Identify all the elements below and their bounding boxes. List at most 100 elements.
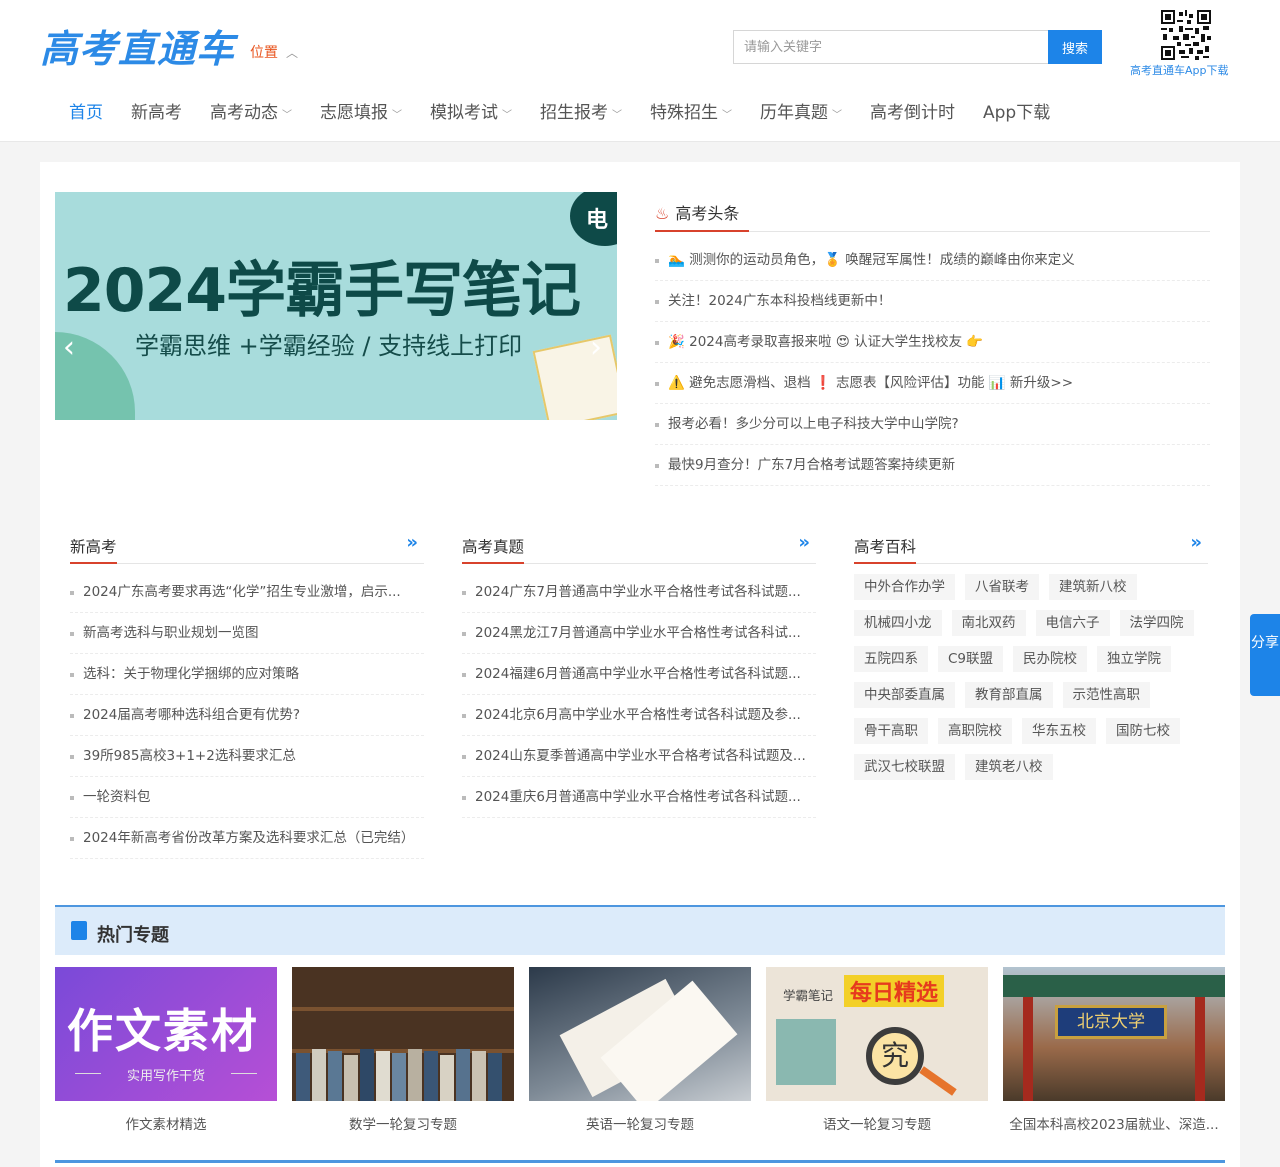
list-item[interactable]: 报考必看！多少分可以上电子科技大学中山学院?: [655, 404, 1210, 445]
section-title[interactable]: 高考真题: [462, 532, 525, 564]
nav-item-countdown[interactable]: 高考倒计时: [856, 96, 969, 130]
tag[interactable]: 机械四小龙: [854, 610, 942, 636]
tag[interactable]: 高职院校: [938, 718, 1012, 744]
share-button[interactable]: 分享: [1250, 614, 1280, 696]
tag[interactable]: 法学四院: [1119, 610, 1194, 636]
tag[interactable]: 骨干高职: [854, 718, 928, 744]
book: [408, 1049, 422, 1101]
tag[interactable]: 武汉七校联盟: [854, 754, 955, 780]
nav-item-application[interactable]: 志愿填报 ﹀: [306, 96, 416, 130]
topic-image[interactable]: 北京大学: [1003, 967, 1225, 1101]
headlines-title: 高考头条: [675, 204, 740, 223]
list-item[interactable]: 关注！2024广东本科投档线更新中！: [655, 281, 1210, 322]
tag[interactable]: 示范性高职: [1062, 682, 1150, 708]
section-title[interactable]: 新高考: [70, 532, 117, 564]
nav-item-admission[interactable]: 招生报考 ﹀: [526, 96, 636, 130]
qr-code-icon: [1160, 10, 1212, 60]
tag[interactable]: C9联盟: [938, 646, 1004, 672]
carousel-next-icon[interactable]: ›: [590, 330, 602, 365]
chevron-down-icon: ﹀: [832, 110, 842, 121]
main-nav: 首页 新高考 高考动态 ﹀ 志愿填报 ﹀ 模拟考试 ﹀ 招生报考 ﹀ 特殊招生 ﹀ 历年真…: [55, 96, 1064, 132]
list-item[interactable]: 2024年新高考省份改革方案及选科要求汇总（已完结）: [70, 818, 424, 859]
list-item[interactable]: 2024山东夏季普通高中学业水平合格考试各科试题及...: [462, 736, 816, 777]
list-item[interactable]: 2024广东7月普通高中学业水平合格性考试各科试题...: [462, 572, 816, 613]
topic-caption[interactable]: 英语一轮复习专题: [529, 1113, 751, 1133]
double-chevron-right-icon[interactable]: »: [1190, 532, 1202, 553]
app-download-link[interactable]: 高考直通车App下载: [1130, 62, 1229, 78]
magnifier-char: 究: [880, 1039, 909, 1072]
nav-item-past-papers[interactable]: 历年真题 ﹀: [746, 96, 856, 130]
tag[interactable]: 电信六子: [1035, 610, 1110, 636]
location-selector[interactable]: 位置 ﹀: [250, 42, 298, 62]
tag[interactable]: 八省联考: [965, 574, 1039, 600]
tag[interactable]: 建筑老八校: [965, 754, 1053, 780]
list-item[interactable]: 2024广东高考要求再选“化学”招生专业激增，启示...: [70, 572, 424, 613]
image-subtext: 实用写作干货: [126, 1069, 205, 1084]
nav-label: 特殊招生: [650, 103, 718, 123]
new-gaokao-section: 新高考 » 2024广东高考要求再选“化学”招生专业激增，启示... 新高考选科…: [70, 532, 424, 859]
list-item[interactable]: 🏊 测测你的运动员角色，🏅 唤醒冠军属性！成绩的巅峰由你来定义: [655, 240, 1210, 281]
nav-item-home[interactable]: 首页: [55, 96, 117, 130]
tag[interactable]: 中央部委直属: [854, 682, 955, 708]
banner-title: 2024学霸手写笔记: [63, 256, 581, 326]
topic-image[interactable]: [292, 967, 514, 1101]
tag[interactable]: 五院四系: [854, 646, 928, 672]
tag[interactable]: 国防七校: [1106, 718, 1180, 744]
topic-card[interactable]: 作文素材 实用写作干货 作文素材精选: [55, 967, 277, 1133]
nav-item-mock-exam[interactable]: 模拟考试 ﹀: [416, 96, 526, 130]
image-text: 每日精选: [844, 975, 945, 1007]
nav-label: 历年真题: [760, 103, 828, 123]
site-header: 高考直通车 位置 ﹀ 搜索 高考直通车App下载 首页 新高考 高考动态 ﹀ 志愿填…: [0, 0, 1280, 142]
list-item[interactable]: 最快9月查分！广东7月合格考试题答案持续更新: [655, 445, 1210, 486]
banner-carousel[interactable]: 电 2024学霸手写笔记 学霸思维 +学霸经验 / 支持线上打印 ‹ ›: [55, 192, 617, 420]
search-input[interactable]: [733, 30, 1049, 64]
list-item[interactable]: 2024福建6月普通高中学业水平合格性考试各科试题...: [462, 654, 816, 695]
topic-caption[interactable]: 数学一轮复习专题: [292, 1113, 514, 1133]
topic-image[interactable]: 学霸笔记 每日精选 究: [766, 967, 988, 1101]
tag[interactable]: 南北双药: [951, 610, 1026, 636]
article-list: 2024广东高考要求再选“化学”招生专业激增，启示... 新高考选科与职业规划一…: [70, 572, 424, 859]
topic-caption[interactable]: 全国本科高校2023届就业、深造...: [1003, 1113, 1225, 1133]
list-item[interactable]: 2024重庆6月普通高中学业水平合格性考试各科试题...: [462, 777, 816, 818]
topic-image[interactable]: [529, 967, 751, 1101]
list-item[interactable]: 2024黑龙江7月普通高中学业水平合格性考试各科试...: [462, 613, 816, 654]
book: [360, 1049, 374, 1101]
double-chevron-right-icon[interactable]: »: [406, 532, 418, 553]
list-item[interactable]: 🎉 2024高考录取喜报来啦 😍 认证大学生找校友 👉: [655, 322, 1210, 363]
list-item[interactable]: 一轮资料包: [70, 777, 424, 818]
image-text: 作文素材: [67, 1004, 259, 1058]
nav-item-news[interactable]: 高考动态 ﹀: [196, 96, 306, 130]
nav-label: App下载: [983, 103, 1051, 123]
topic-caption[interactable]: 语文一轮复习专题: [766, 1113, 988, 1133]
tag[interactable]: 独立学院: [1097, 646, 1172, 672]
list-item[interactable]: 新高考选科与职业规划一览图: [70, 613, 424, 654]
tag[interactable]: 民办院校: [1013, 646, 1088, 672]
chevron-down-icon: ﹀: [502, 110, 512, 121]
list-item[interactable]: 2024北京6月高中学业水平合格性考试各科试题及参...: [462, 695, 816, 736]
topic-card[interactable]: 英语一轮复习专题: [529, 967, 751, 1133]
search-button[interactable]: 搜索: [1048, 30, 1102, 64]
list-item[interactable]: 39所985高校3+1+2选科要求汇总: [70, 736, 424, 777]
tag[interactable]: 建筑新八校: [1049, 574, 1137, 600]
section-header: 高考真题 »: [462, 532, 816, 564]
headlines-list: 🏊 测测你的运动员角色，🏅 唤醒冠军属性！成绩的巅峰由你来定义 关注！2024广…: [655, 240, 1210, 486]
list-item[interactable]: 选科：关于物理化学捆绑的应对策略: [70, 654, 424, 695]
list-item[interactable]: 2024届高考哪种选科组合更有优势?: [70, 695, 424, 736]
section-title[interactable]: 高考百科: [854, 532, 917, 564]
double-chevron-right-icon[interactable]: »: [798, 532, 810, 553]
topic-image[interactable]: 作文素材 实用写作干货: [55, 967, 277, 1101]
tag[interactable]: 华东五校: [1022, 718, 1096, 744]
tag[interactable]: 中外合作办学: [854, 574, 955, 600]
topic-caption[interactable]: 作文素材精选: [55, 1113, 277, 1133]
headlines-header: ♨ 高考头条: [655, 200, 1210, 232]
topic-card[interactable]: 北京大学 全国本科高校2023届就业、深造...: [1003, 967, 1225, 1133]
topic-card[interactable]: 数学一轮复习专题: [292, 967, 514, 1133]
nav-item-new-gaokao[interactable]: 新高考: [117, 96, 196, 130]
carousel-prev-icon[interactable]: ‹: [63, 330, 75, 365]
list-item[interactable]: ⚠️ 避免志愿滑档、退档 ❗ 志愿表【风险评估】功能 📊 新升级>>: [655, 363, 1210, 404]
topic-card[interactable]: 学霸笔记 每日精选 究 语文一轮复习专题: [766, 967, 988, 1133]
nav-item-special[interactable]: 特殊招生 ﹀: [636, 96, 746, 130]
nav-item-app[interactable]: App下载: [969, 96, 1064, 130]
site-logo[interactable]: 高考直通车: [40, 18, 235, 73]
tag[interactable]: 教育部直属: [965, 682, 1053, 708]
